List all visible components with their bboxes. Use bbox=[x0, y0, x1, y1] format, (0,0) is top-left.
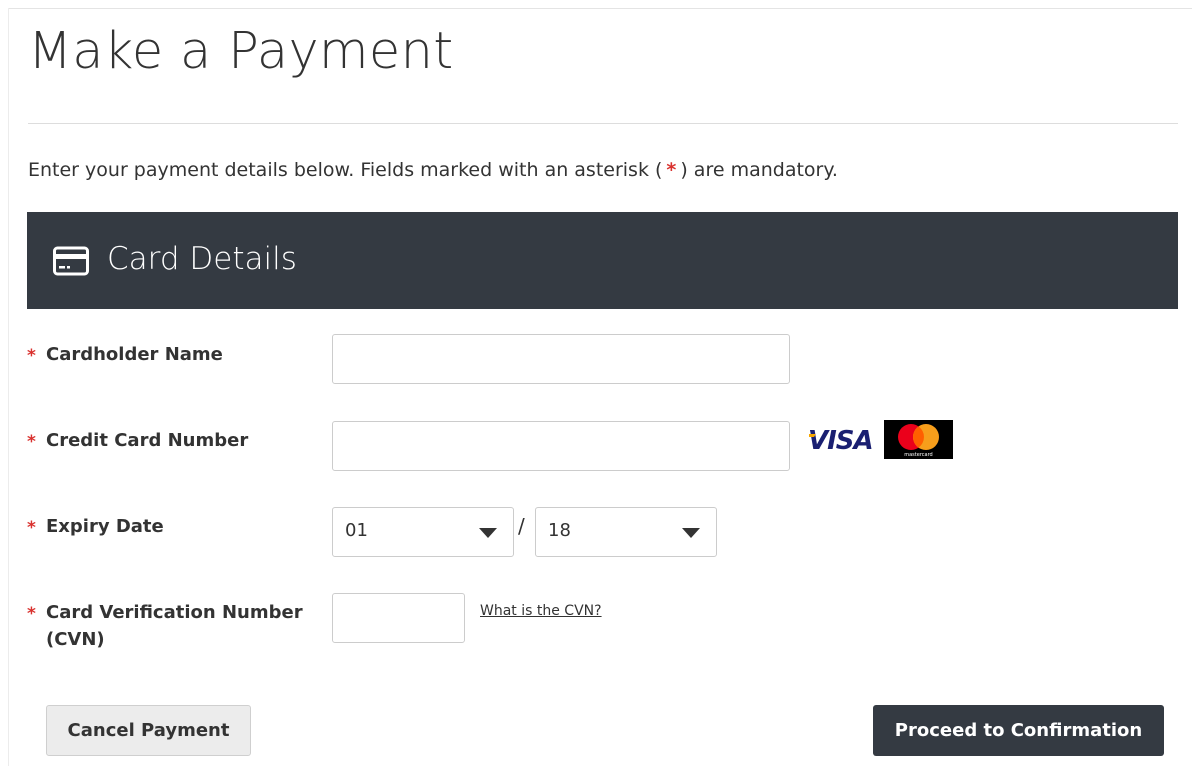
card-number-input[interactable] bbox=[332, 421, 790, 471]
mastercard-logo-mark: mastercard bbox=[898, 424, 939, 458]
card-details-header: Card Details bbox=[27, 212, 1178, 309]
mastercard-logo: mastercard bbox=[884, 420, 953, 459]
required-marker: * bbox=[27, 432, 36, 452]
intro-text-end: ) are mandatory. bbox=[680, 159, 838, 181]
left-border bbox=[8, 8, 9, 766]
expiry-month-value: 01 bbox=[345, 520, 368, 541]
payment-page: Make a Payment Enter your payment detail… bbox=[0, 0, 1192, 766]
intro-text: Enter your payment details below. Fields… bbox=[28, 157, 838, 183]
top-border bbox=[8, 8, 1192, 9]
expiry-year-select[interactable]: 18 bbox=[535, 507, 717, 557]
required-marker: * bbox=[27, 518, 36, 538]
intro-text-start: Enter your payment details below. Fields… bbox=[28, 159, 663, 181]
required-marker: * bbox=[27, 604, 36, 624]
card-details-title: Card Details bbox=[107, 241, 297, 277]
intro-asterisk: * bbox=[666, 159, 677, 181]
visa-logo: VISA bbox=[808, 426, 874, 454]
visa-logo-text: VISA bbox=[808, 426, 873, 454]
chevron-down-icon bbox=[682, 528, 700, 538]
cardholder-name-label: Cardholder Name bbox=[46, 344, 223, 365]
title-divider bbox=[28, 123, 1178, 124]
expiry-separator: / bbox=[518, 514, 525, 538]
expiry-month-select[interactable]: 01 bbox=[332, 507, 514, 557]
cvn-label-line2: (CVN) bbox=[46, 629, 105, 650]
cvn-input[interactable] bbox=[332, 593, 465, 643]
expiry-year-value: 18 bbox=[548, 520, 571, 541]
mastercard-logo-text: mastercard bbox=[904, 452, 932, 458]
proceed-to-confirmation-button[interactable]: Proceed to Confirmation bbox=[873, 705, 1164, 756]
card-number-label: Credit Card Number bbox=[46, 430, 249, 451]
cancel-payment-button[interactable]: Cancel Payment bbox=[46, 705, 251, 756]
expiry-date-label: Expiry Date bbox=[46, 516, 164, 537]
page-title: Make a Payment bbox=[28, 22, 454, 81]
cvn-label-line1: Card Verification Number bbox=[46, 602, 303, 623]
what-is-cvn-link[interactable]: What is the CVN? bbox=[480, 603, 602, 619]
chevron-down-icon bbox=[479, 528, 497, 538]
required-marker: * bbox=[27, 346, 36, 366]
cardholder-name-input[interactable] bbox=[332, 334, 790, 384]
credit-card-icon bbox=[53, 246, 89, 276]
cvn-label: Card Verification Number (CVN) bbox=[46, 599, 303, 653]
